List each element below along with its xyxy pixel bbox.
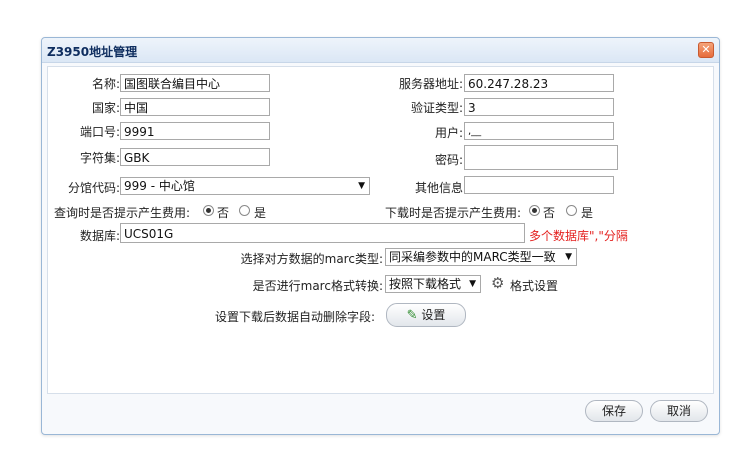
branch-label: 分馆代码: xyxy=(67,181,120,195)
marc-type-select[interactable]: 同采编参数中的MARC类型一致 ▼ xyxy=(385,248,577,266)
user-label: 用户: xyxy=(434,126,463,140)
charset-input[interactable]: GBK xyxy=(120,148,270,166)
other-input[interactable] xyxy=(464,176,614,194)
db-hint: 多个数据库","分隔 xyxy=(529,229,628,243)
password-label: 密码: xyxy=(434,153,463,167)
dialog-title: Z3950地址管理 xyxy=(47,45,138,59)
save-button[interactable]: 保存 xyxy=(585,400,643,422)
db-label: 数据库: xyxy=(79,229,120,243)
cancel-button[interactable]: 取消 xyxy=(650,400,708,422)
form-panel: 名称: 国图联合编目中心 服务器地址: 60.247.28.23 国家: 中国 … xyxy=(47,66,714,394)
query-fee-no-radio[interactable] xyxy=(203,205,214,216)
query-fee-no-label: 否 xyxy=(217,206,230,220)
delete-fields-label: 设置下载后数据自动删除字段: xyxy=(214,310,375,324)
chevron-down-icon: ▼ xyxy=(469,279,476,289)
country-label: 国家: xyxy=(91,101,120,115)
gear-icon[interactable]: ⚙ xyxy=(491,276,504,291)
name-input[interactable]: 国图联合编目中心 xyxy=(120,74,270,92)
chevron-down-icon: ▼ xyxy=(358,181,365,191)
download-fee-no-radio[interactable] xyxy=(529,205,540,216)
auth-input[interactable]: 3 xyxy=(464,98,614,116)
other-label: 其他信息 xyxy=(414,181,463,195)
server-label: 服务器地址: xyxy=(398,77,463,91)
z3950-dialog: Z3950地址管理 ✕ 名称: 国图联合编目中心 服务器地址: 60.247.2… xyxy=(41,37,720,435)
db-input[interactable]: UCS01G xyxy=(120,223,525,243)
country-input[interactable]: 中国 xyxy=(120,98,270,116)
branch-select-value: 999 - 中心馆 xyxy=(124,179,195,193)
download-fee-yes-label: 是 xyxy=(581,206,594,220)
chevron-down-icon: ▼ xyxy=(565,252,572,262)
server-input[interactable]: 60.247.28.23 xyxy=(464,74,614,92)
port-label: 端口号: xyxy=(79,125,120,139)
marc-type-value: 同采编参数中的MARC类型一致 xyxy=(389,250,556,264)
query-fee-yes-label: 是 xyxy=(254,206,267,220)
download-fee-label: 下载时是否提示产生费用: xyxy=(385,206,522,220)
query-fee-label: 查询时是否提示产生费用: xyxy=(54,206,191,220)
dialog-titlebar: Z3950地址管理 ✕ xyxy=(42,38,719,63)
name-label: 名称: xyxy=(91,77,120,91)
format-settings-link[interactable]: 格式设置 xyxy=(510,277,558,294)
download-fee-yes-radio[interactable] xyxy=(566,205,577,216)
settings-button-label: 设置 xyxy=(421,308,446,322)
password-input[interactable] xyxy=(464,145,618,170)
settings-button[interactable]: ✎ 设置 xyxy=(386,303,466,327)
marc-type-label: 选择对方数据的marc类型: xyxy=(240,252,383,266)
query-fee-yes-radio[interactable] xyxy=(239,205,250,216)
convert-label: 是否进行marc格式转换: xyxy=(252,279,383,293)
pencil-icon: ✎ xyxy=(406,308,418,323)
port-input[interactable]: 9991 xyxy=(120,122,270,140)
branch-select[interactable]: 999 - 中心馆 ▼ xyxy=(120,177,370,195)
download-fee-no-label: 否 xyxy=(543,206,556,220)
convert-value: 按照下载格式 xyxy=(389,277,462,291)
auth-label: 验证类型: xyxy=(410,101,463,115)
close-icon[interactable]: ✕ xyxy=(698,42,714,58)
convert-select[interactable]: 按照下载格式 ▼ xyxy=(385,275,481,293)
charset-label: 字符集: xyxy=(79,151,120,165)
user-input[interactable]: ,__ xyxy=(464,122,614,140)
